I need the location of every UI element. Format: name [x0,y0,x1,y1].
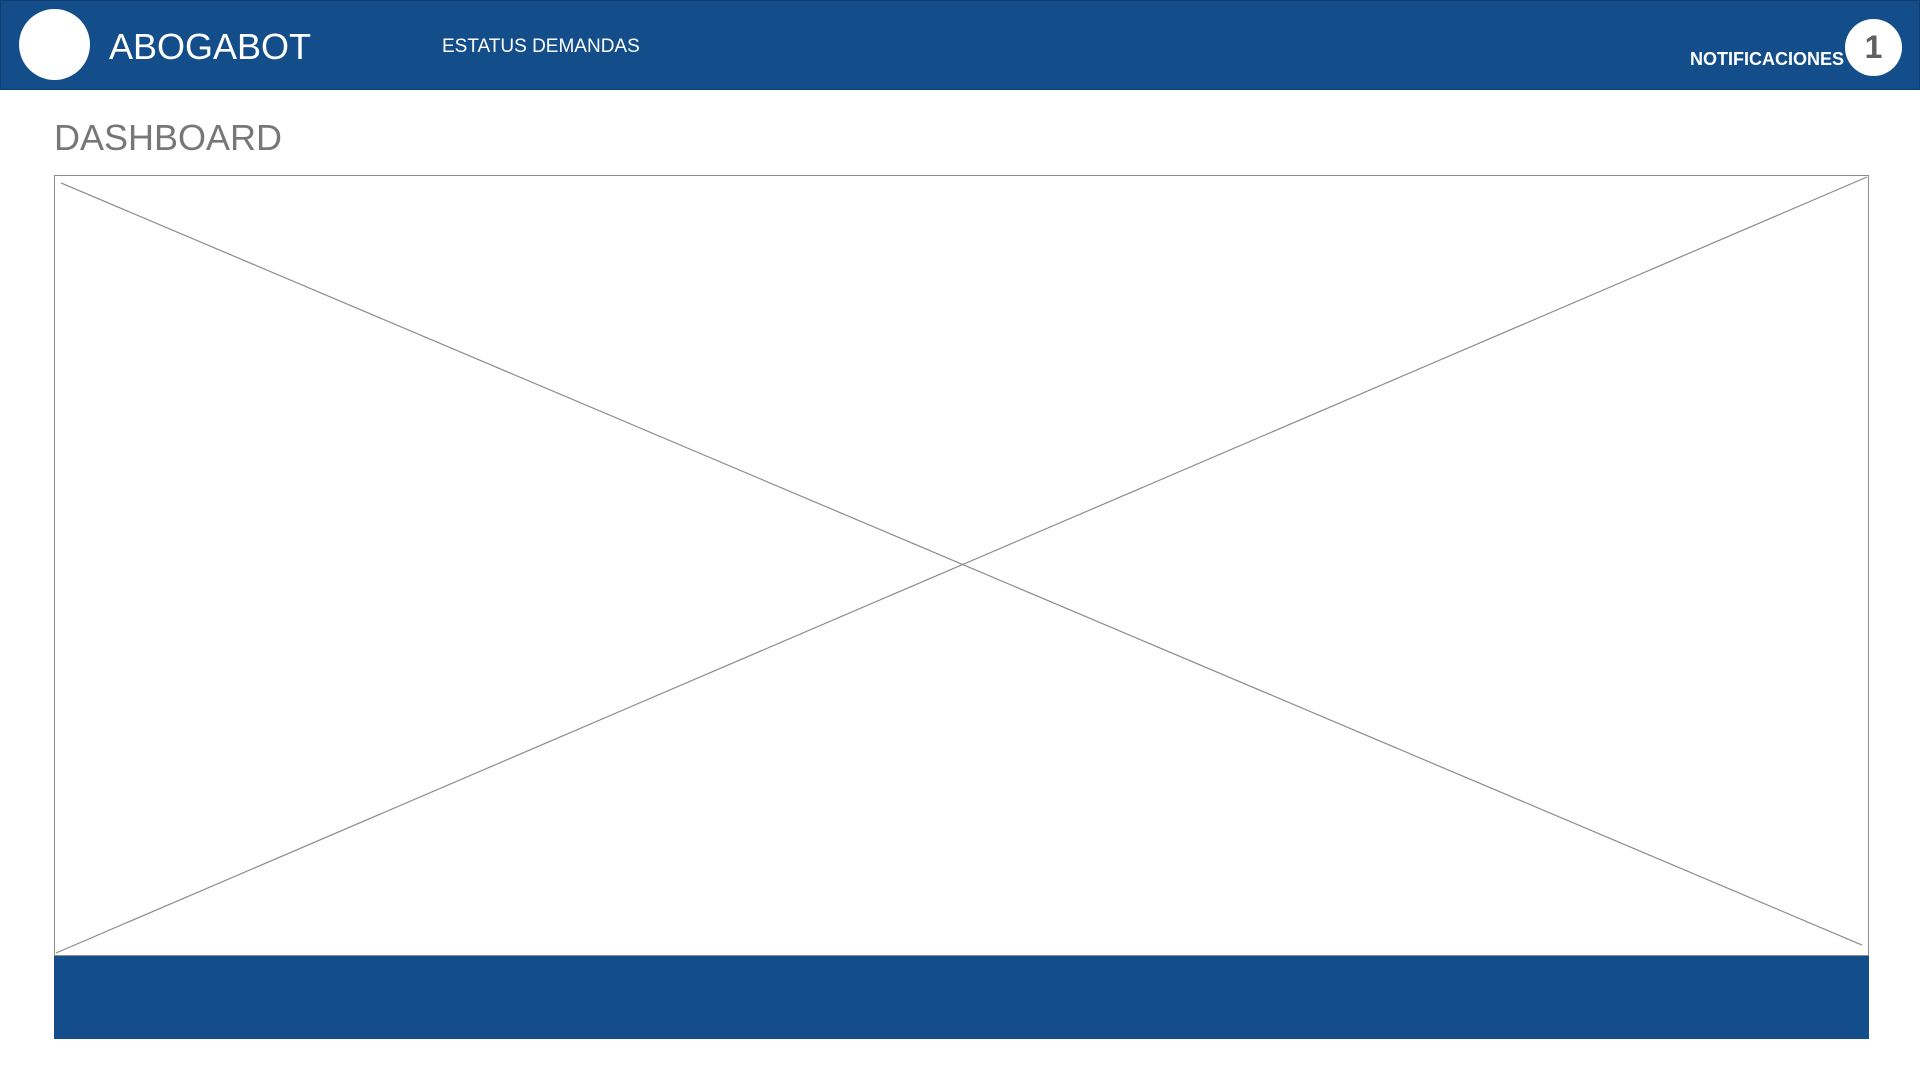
placeholder-diagonal-line [60,182,1863,946]
page-title: DASHBOARD [54,117,283,158]
app-title[interactable]: ABOGABOT [109,25,311,69]
dashboard-image-placeholder [54,175,1869,956]
top-navigation-bar: ABOGABOT ESTATUS DEMANDAS NOTIFICACIONES… [0,0,1920,90]
nav-link-estatus-demandas[interactable]: ESTATUS DEMANDAS [442,35,640,59]
logo-icon[interactable] [19,9,90,80]
dashboard-footer-bar [54,956,1869,1039]
image-placeholder-cross-icon [55,176,1868,954]
notifications-count-badge[interactable]: 1 [1845,19,1902,76]
notifications-link[interactable]: NOTIFICACIONES [1690,48,1844,70]
placeholder-diagonal-line [55,176,1868,954]
